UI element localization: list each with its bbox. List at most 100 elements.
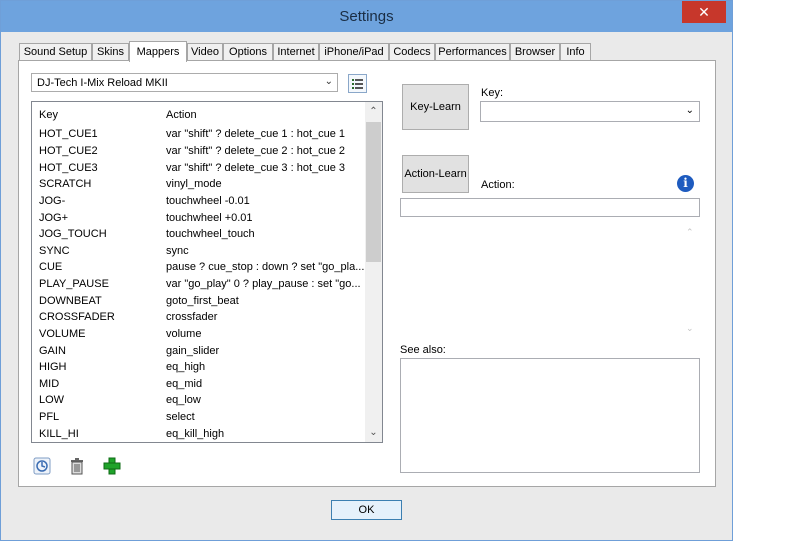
table-row[interactable]: JOG_TOUCH touchwheel_touch (32, 227, 365, 244)
tab-performances[interactable]: Performances (435, 43, 510, 60)
tab-mappers[interactable]: Mappers (129, 41, 187, 62)
key-label: Key: (481, 87, 504, 99)
row-key: SYNC (39, 245, 70, 257)
row-key: PLAY_PAUSE (39, 278, 109, 290)
tab-skins[interactable]: Skins (92, 43, 129, 60)
tab-internet[interactable]: Internet (273, 43, 319, 60)
row-action: gain_slider (166, 345, 220, 357)
ok-button[interactable]: OK (331, 500, 402, 520)
table-scrollbar[interactable]: ⌃ ⌄ (365, 102, 382, 442)
close-icon: ✕ (698, 4, 710, 20)
device-select[interactable]: DJ-Tech I-Mix Reload MKII ⌄ (31, 73, 338, 92)
table-row[interactable]: CUE pause ? cue_stop : down ? set "go_pla… (32, 260, 365, 277)
import-mapping-button[interactable] (33, 457, 51, 475)
row-action: select (166, 411, 195, 423)
table-row[interactable]: JOG+ touchwheel +0.01 (32, 211, 365, 228)
mapping-list-button[interactable] (348, 74, 367, 93)
chevron-down-icon: ⌄ (324, 76, 333, 87)
row-key: DOWNBEAT (39, 295, 102, 307)
see-also-field[interactable] (400, 358, 700, 473)
table-row[interactable]: HOT_CUE3 var "shift" ? delete_cue 3 : hot… (32, 161, 365, 178)
row-key: GAIN (39, 345, 66, 357)
scroll-up-icon[interactable]: ⌃ (365, 106, 382, 117)
table-row[interactable]: PLAY_PAUSE var "go_play" 0 ? play_pause :… (32, 277, 365, 294)
row-action: var "shift" ? delete_cue 2 : hot_cue 2 (166, 145, 346, 157)
table-row[interactable]: JOG-touchwheel -0.01 (32, 194, 365, 211)
see-also-label: See also: (400, 344, 446, 356)
scroll-up-icon: ⌃ (686, 227, 694, 237)
scroll-down-icon[interactable]: ⌄ (365, 427, 382, 438)
row-action: touchwheel_touch (166, 228, 255, 240)
delete-mapping-button[interactable] (68, 457, 86, 475)
tab-video[interactable]: Video (187, 43, 223, 60)
action-field[interactable] (400, 198, 700, 217)
table-row[interactable]: VOLUME volume (32, 327, 365, 344)
table-row[interactable]: GAIN gain_slider (32, 344, 365, 361)
trash-icon (71, 458, 83, 475)
scroll-down-icon: ⌄ (686, 323, 694, 333)
row-action: var "go_play" 0 ? play_pause : set "go..… (166, 278, 361, 290)
tab-iphone-ipad[interactable]: iPhone/iPad (319, 43, 389, 60)
table-row[interactable]: KILL_HI eq_kill_high (32, 427, 365, 442)
table-row[interactable]: SCRATCH vinyl_mode (32, 177, 365, 194)
row-key: HOT_CUE3 (39, 162, 98, 174)
table-header: Key Action (32, 102, 365, 126)
row-key: HIGH (39, 361, 67, 373)
row-action: var "shift" ? delete_cue 1 : hot_cue 1 (166, 128, 346, 140)
table-row[interactable]: CROSSFADER crossfader (32, 310, 365, 327)
row-action: volume (166, 328, 202, 340)
row-key: VOLUME (39, 328, 86, 340)
key-select[interactable]: ⌄ (480, 101, 700, 122)
settings-window: Settings ✕ Sound Setup Skins Mappers Vid… (0, 0, 733, 541)
table-row[interactable]: DOWNBEAT goto_first_beat (32, 294, 365, 311)
device-select-value: DJ-Tech I-Mix Reload MKII (37, 77, 168, 89)
column-header-action[interactable]: Action (166, 109, 197, 121)
column-header-key[interactable]: Key (39, 109, 58, 121)
title-bar[interactable]: Settings ✕ (1, 1, 732, 32)
table-row[interactable]: MID eq_mid (32, 377, 365, 394)
row-key: JOG- (39, 195, 66, 207)
row-action: touchwheel -0.01 (166, 195, 250, 207)
row-key: HOT_CUE1 (39, 128, 98, 140)
chevron-down-icon: ⌄ (685, 105, 694, 116)
row-key: MID (39, 378, 60, 390)
row-key: KILL_HI (39, 428, 79, 440)
row-action: eq_low (166, 394, 201, 406)
add-mapping-button[interactable] (103, 457, 121, 475)
row-action: crossfader (166, 311, 218, 323)
table-row[interactable]: HOT_CUE2 var "shift" ? delete_cue 2 : hot… (32, 144, 365, 161)
add-icon (103, 457, 121, 475)
table-row[interactable]: HIGH eq_high (32, 360, 365, 377)
tab-sound-setup[interactable]: Sound Setup (19, 43, 92, 60)
row-key: JOG+ (39, 212, 69, 224)
table-row[interactable]: LOW eq_low (32, 393, 365, 410)
row-key: JOG_TOUCH (39, 228, 107, 240)
scrollbar-thumb[interactable] (366, 122, 381, 262)
row-action: touchwheel +0.01 (166, 212, 253, 224)
mappers-panel: DJ-Tech I-Mix Reload MKII ⌄ Key Action H… (18, 60, 716, 487)
row-action: vinyl_mode (166, 178, 222, 190)
tab-info[interactable]: Info (560, 43, 591, 60)
window-title: Settings (339, 8, 394, 25)
row-action: goto_first_beat (166, 295, 239, 307)
row-key: SCRATCH (39, 178, 92, 190)
row-action: pause ? cue_stop : down ? set "go_pla... (166, 261, 365, 273)
row-key: CROSSFADER (39, 311, 115, 323)
import-icon (33, 457, 51, 475)
action-label: Action: (481, 179, 515, 191)
row-key: PFL (39, 411, 60, 423)
key-learn-button[interactable]: Key-Learn (402, 84, 469, 130)
tab-codecs[interactable]: Codecs (389, 43, 435, 60)
table-row[interactable]: PFL select (32, 410, 365, 427)
table-row[interactable]: SYNC sync (32, 244, 365, 261)
tab-options[interactable]: Options (223, 43, 273, 60)
mapping-table[interactable]: Key Action HOT_CUE1var "shift" ? delete_… (31, 101, 383, 443)
table-row[interactable]: HOT_CUE1 var "shift" ? delete_cue 1 : hot… (32, 127, 365, 144)
close-button[interactable]: ✕ (682, 1, 726, 23)
row-action: eq_high (166, 361, 206, 373)
action-learn-button[interactable]: Action-Learn (402, 155, 469, 193)
row-key: CUE (39, 261, 63, 273)
tab-browser[interactable]: Browser (510, 43, 560, 60)
row-action: eq_mid (166, 378, 203, 390)
info-icon[interactable]: i (677, 175, 694, 192)
